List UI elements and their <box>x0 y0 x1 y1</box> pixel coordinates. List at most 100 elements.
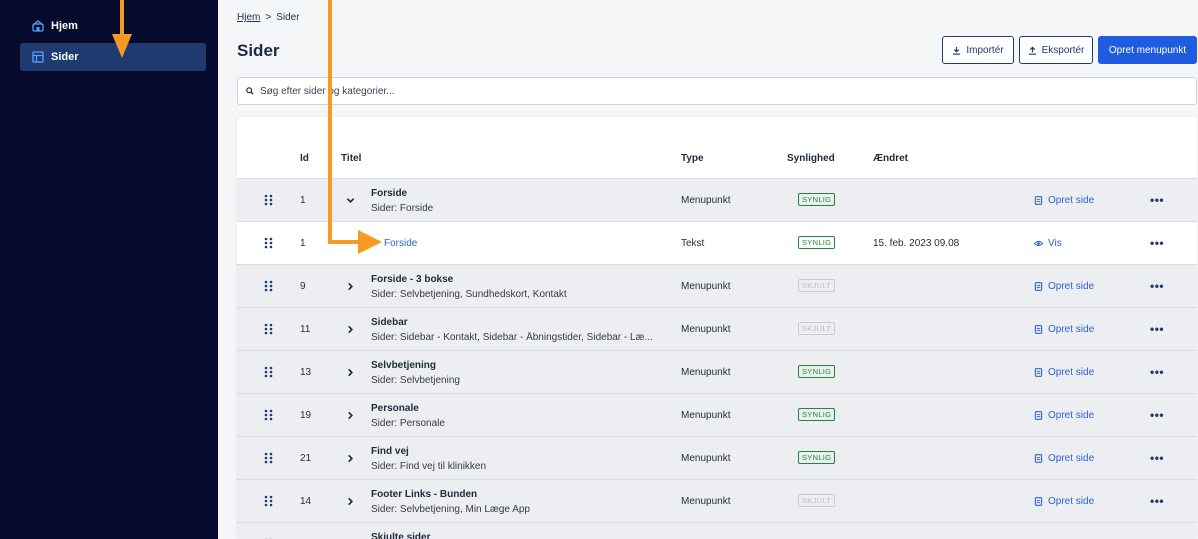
breadcrumb-current: Sider <box>276 12 300 23</box>
more-options-icon[interactable]: ••• <box>1150 365 1164 379</box>
visibility-badge: SYNLIG <box>798 236 836 249</box>
annotation-arrow-elbow <box>328 0 382 254</box>
row-subtitle: Sider: Selvbetjening, Sundhedskort, Kont… <box>371 289 567 300</box>
row-id: 13 <box>300 367 312 378</box>
chevron-right-icon[interactable] <box>346 454 355 463</box>
more-options-icon[interactable]: ••• <box>1150 408 1164 422</box>
nav-item-label: Sider <box>51 51 79 63</box>
search-input[interactable] <box>260 85 1160 97</box>
chevron-right-icon[interactable] <box>346 325 355 334</box>
pages-icon <box>32 51 44 63</box>
annotation-arrow-down <box>112 0 132 58</box>
document-icon <box>1034 282 1043 291</box>
create-page-link[interactable]: Opret side <box>1034 324 1094 335</box>
row-type: Menupunkt <box>681 410 731 421</box>
drag-handle-icon[interactable] <box>264 452 273 464</box>
chevron-right-icon[interactable] <box>346 497 355 506</box>
visibility-badge: SYNLIG <box>798 408 836 421</box>
drag-handle-icon[interactable] <box>264 237 273 249</box>
sidebar: Hjem Sider <box>0 0 218 539</box>
row-type: Menupunkt <box>681 281 731 292</box>
action-label: Opret side <box>1048 367 1095 378</box>
row-title: Skjulte sider <box>371 532 431 539</box>
create-page-link[interactable]: Opret side <box>1034 496 1094 507</box>
create-menu-item-button[interactable]: Opret menupunkt <box>1098 36 1197 64</box>
export-label: Eksportér <box>1041 44 1085 56</box>
row-subtitle: Sider: Find vej til klinikken <box>371 461 487 472</box>
more-options-icon[interactable]: ••• <box>1150 193 1164 207</box>
table-row[interactable]: Skjulte sider <box>237 522 1197 539</box>
action-label: Opret side <box>1048 453 1095 464</box>
row-id: 1 <box>300 195 306 206</box>
more-options-icon[interactable]: ••• <box>1150 451 1164 465</box>
row-id: 21 <box>300 453 312 464</box>
column-header-type: Type <box>681 153 704 164</box>
nav-item-label: Hjem <box>51 20 78 32</box>
import-label: Importér <box>966 44 1004 56</box>
row-title: Personale <box>371 403 419 414</box>
row-subtitle: Sider: Selvbetjening, Min Læge App <box>371 504 530 515</box>
upload-icon <box>1028 46 1036 55</box>
document-icon <box>1034 196 1043 205</box>
column-header-id: Id <box>300 153 309 164</box>
visibility-badge: SYNLIG <box>798 451 836 464</box>
more-options-icon[interactable]: ••• <box>1150 322 1164 336</box>
chevron-right-icon[interactable] <box>346 368 355 377</box>
export-button[interactable]: Eksportér <box>1019 36 1093 64</box>
visibility-badge: SKJULT <box>798 322 836 335</box>
action-label: Opret side <box>1048 281 1095 292</box>
chevron-right-icon[interactable] <box>346 411 355 420</box>
table-row[interactable]: 11 Sidebar Sider: Sidebar - Kontakt, Sideb… <box>237 307 1197 350</box>
document-icon <box>1034 454 1043 463</box>
drag-handle-icon[interactable] <box>264 323 273 335</box>
action-label: Opret side <box>1048 195 1095 206</box>
document-icon <box>1034 497 1043 506</box>
visibility-badge: SKJULT <box>798 494 836 507</box>
drag-handle-icon[interactable] <box>264 409 273 421</box>
action-label: Opret side <box>1048 410 1095 421</box>
document-icon <box>1034 411 1043 420</box>
row-type: Menupunkt <box>681 367 731 378</box>
row-title: Selvbetjening <box>371 360 437 371</box>
create-page-link[interactable]: Opret side <box>1034 281 1094 292</box>
table-row[interactable]: 14 Footer Links - Bunden Sider: Selvbetjen… <box>237 479 1197 522</box>
column-header-changed: Ændret <box>873 153 908 164</box>
chevron-right-icon[interactable] <box>346 282 355 291</box>
row-subtitle: Sider: Personale <box>371 418 445 429</box>
breadcrumb: Hjem > Sider <box>237 12 300 23</box>
row-subtitle: Sider: Sidebar - Kontakt, Sidebar - Åbni… <box>371 332 653 343</box>
create-page-link[interactable]: Opret side <box>1034 410 1094 421</box>
row-id: 19 <box>300 410 312 421</box>
table-row[interactable]: 13 Selvbetjening Sider: Selvbetjening Menup… <box>237 350 1197 393</box>
more-options-icon[interactable]: ••• <box>1150 494 1164 508</box>
row-id: 11 <box>300 324 311 335</box>
row-type: Menupunkt <box>681 453 731 464</box>
more-options-icon[interactable]: ••• <box>1150 279 1164 293</box>
import-button[interactable]: Importér <box>942 36 1014 64</box>
action-label: Opret side <box>1048 324 1095 335</box>
create-page-link[interactable]: Opret side <box>1034 367 1094 378</box>
table-row[interactable]: 21 Find vej Sider: Find vej til klinikken M… <box>237 436 1197 479</box>
action-label: Vis <box>1048 238 1062 249</box>
visibility-badge: SYNLIG <box>798 193 836 206</box>
view-link[interactable]: Vis <box>1034 238 1062 249</box>
breadcrumb-separator: > <box>265 12 272 23</box>
table-row[interactable]: 19 Personale Sider: Personale Menupunkt SYNL… <box>237 393 1197 436</box>
breadcrumb-home-link[interactable]: Hjem <box>237 12 260 23</box>
row-title: Sidebar <box>371 317 408 328</box>
row-id: 14 <box>300 496 312 507</box>
row-id: 9 <box>300 281 306 292</box>
visibility-badge: SYNLIG <box>798 365 836 378</box>
drag-handle-icon[interactable] <box>264 366 273 378</box>
row-title: Find vej <box>371 446 409 457</box>
document-icon <box>1034 325 1043 334</box>
table-row[interactable]: 9 Forside - 3 bokse Sider: Selvbetjening, … <box>237 264 1197 307</box>
drag-handle-icon[interactable] <box>264 194 273 206</box>
create-page-link[interactable]: Opret side <box>1034 453 1094 464</box>
drag-handle-icon[interactable] <box>264 280 273 292</box>
document-icon <box>1034 368 1043 377</box>
create-page-link[interactable]: Opret side <box>1034 195 1094 206</box>
drag-handle-icon[interactable] <box>264 495 273 507</box>
more-options-icon[interactable]: ••• <box>1150 236 1164 250</box>
row-title: Footer Links - Bunden <box>371 489 478 500</box>
